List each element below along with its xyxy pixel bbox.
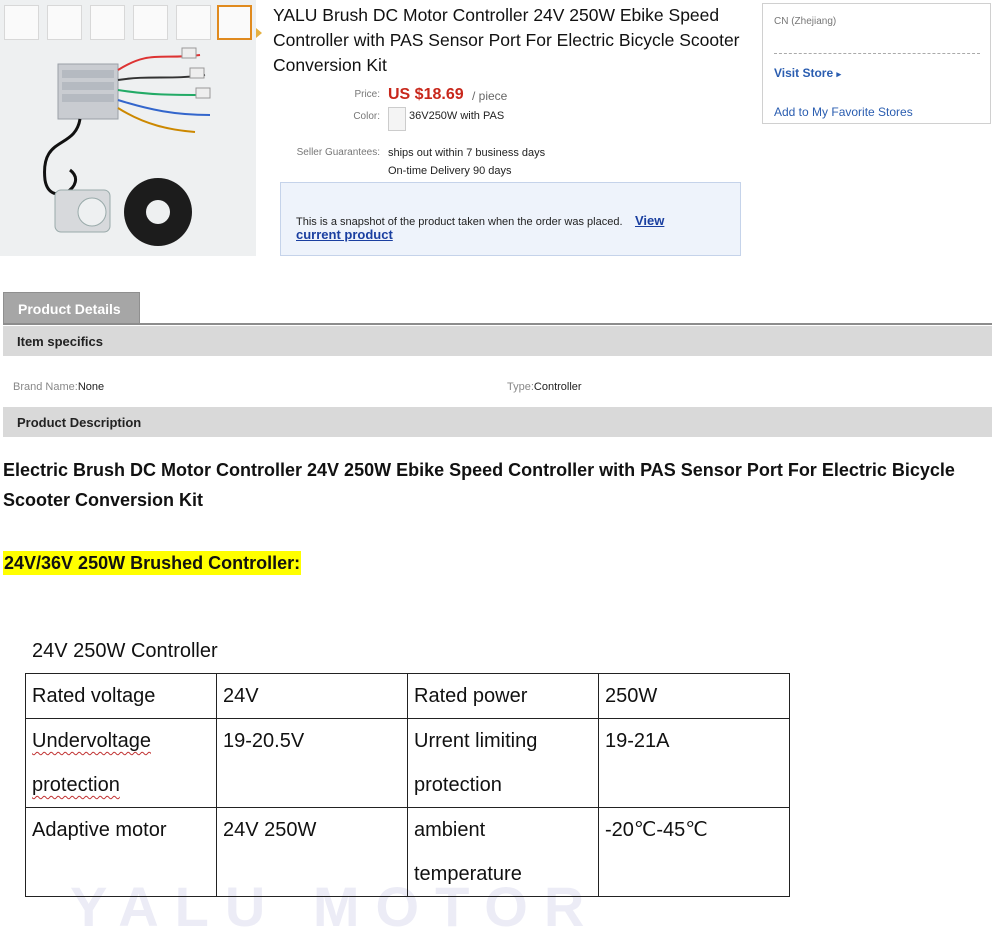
item-specifics-header: Item specifics [3,326,992,356]
tab-product-details[interactable]: Product Details [3,292,140,324]
spec-table: Rated voltage 24V Rated power 250W Under… [25,673,790,897]
guarantee-label: Seller Guarantees: [296,147,380,158]
table-cell: 24V [216,673,408,719]
store-box: CN (Zhejiang) Visit Store ▸ Add to My Fa… [762,3,991,124]
spec-table-caption: 24V 250W Controller [32,640,218,662]
thumbnail-1[interactable] [4,5,39,40]
item-specifics-title: Item specifics [17,334,103,349]
table-cell-text: Undervoltage protection [32,730,151,796]
visit-store-link[interactable]: Visit Store ▸ [774,66,841,80]
color-swatch [388,107,406,131]
add-favorite-store-link[interactable]: Add to My Favorite Stores [774,105,913,119]
table-cell: Rated voltage [25,673,217,719]
spec-brand-key: Brand Name: [13,381,78,393]
table-cell: 250W [598,673,790,719]
view-current-product-link[interactable]: View [635,213,664,228]
product-title: YALU Brush DC Motor Controller 24V 250W … [273,5,740,75]
spec-type-key: Type: [507,381,534,393]
thumbnail-5[interactable] [176,5,211,40]
table-cell: 19-20.5V [216,718,408,808]
visit-store-label: Visit Store [774,66,834,80]
price-unit: / piece [472,89,508,103]
table-cell: Undervoltage protection [25,718,217,808]
view-current-product-link-cont[interactable]: current product [296,227,393,242]
guarantee-shipping: ships out within 7 business days [388,147,546,159]
guarantee-delivery: On-time Delivery 90 days [388,165,512,177]
spec-type-value: Controller [533,381,582,393]
store-location: CN (Zhejiang) [774,16,837,27]
thumbnail-3[interactable] [90,5,125,40]
thumbnail-4[interactable] [133,5,168,40]
spec-brand-value: None [77,381,105,393]
spec-brand: Brand Name:None [13,377,104,395]
table-cell: Adaptive motor [25,807,217,897]
description-subheading: 24V/36V 250W Brushed Controller: [3,551,302,575]
table-row: Undervoltage protection 19-20.5V Urrent … [25,718,790,808]
table-cell: -20℃-45℃ [598,807,790,897]
chevron-right-icon: ▸ [836,69,842,79]
table-cell: 24V 250W [216,807,408,897]
tab-underline [3,323,992,325]
thumbnail-6[interactable] [217,5,252,40]
price-value: US $18.69 [388,86,464,103]
table-cell: ambient temperature [407,807,599,897]
color-label: Color: [353,111,380,122]
color-value: 36V250W with PAS [409,110,505,122]
tab-label: Product Details [18,301,121,317]
product-image[interactable] [0,0,256,256]
table-cell: Urrent limiting protection [407,718,599,808]
thumbnail-2[interactable] [47,5,82,40]
table-row: Rated voltage 24V Rated power 250W [25,673,790,719]
product-description-header: Product Description [3,407,992,437]
description-heading: Electric Brush DC Motor Controller 24V 2… [3,460,955,510]
table-row: Adaptive motor 24V 250W ambient temperat… [25,807,790,897]
product-description-title: Product Description [17,415,142,430]
snapshot-notice: This is a snapshot of the product taken … [280,182,741,256]
table-cell: 19-21A [598,718,790,808]
thumbnail-next-icon[interactable] [256,28,262,38]
divider [774,53,980,54]
price-label: Price: [354,89,380,100]
controller-photo [43,47,211,246]
table-cell: Rated power [407,673,599,719]
spec-type: Type:Controller [507,377,582,395]
